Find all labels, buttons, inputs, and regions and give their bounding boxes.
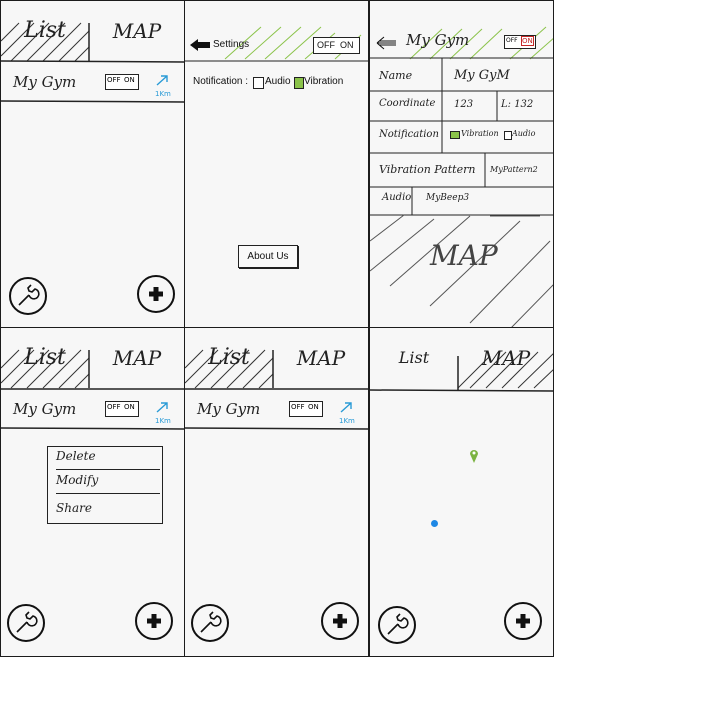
vibration-checkbox[interactable] xyxy=(450,131,460,139)
map-placeholder-label: MAP xyxy=(430,239,498,272)
menu-item-modify[interactable]: Modify xyxy=(56,473,160,494)
vibration-pattern-value[interactable]: MyPattern2 xyxy=(490,165,538,174)
wrench-icon xyxy=(200,611,222,633)
toggle-off-label: OFF xyxy=(317,40,335,50)
add-button[interactable] xyxy=(137,275,175,313)
list-item-toggle[interactable]: OFF ON xyxy=(105,401,139,417)
toggle-on-label: ON xyxy=(521,36,534,46)
settings-button[interactable] xyxy=(7,604,45,642)
detail-title: My Gym xyxy=(406,31,470,49)
tab-map[interactable]: MAP xyxy=(89,1,184,61)
audio-label: Audio xyxy=(382,192,412,203)
detail-toggle[interactable]: OFF ON xyxy=(504,35,536,49)
distance-label: 1Km xyxy=(339,417,355,425)
notification-label: Notification xyxy=(379,129,439,140)
tab-list[interactable]: List xyxy=(1,328,89,388)
navigate-arrow-icon xyxy=(156,75,168,86)
current-location-icon xyxy=(431,520,438,527)
panel-list-menu: List MAP My Gym OFF ON 1Km Delete Modify… xyxy=(0,327,185,657)
map-pin[interactable] xyxy=(469,448,479,468)
list-item-name[interactable]: My Gym xyxy=(13,400,76,418)
tab-list[interactable]: List xyxy=(1,1,89,61)
toggle-off-label: OFF xyxy=(506,37,518,44)
distance-label: 1Km xyxy=(155,417,171,425)
name-field-value[interactable]: My GyM xyxy=(454,68,510,83)
list-item-name[interactable]: My Gym xyxy=(197,400,260,418)
panel-detail: My Gym OFF ON Name My GyM Coordinate 123… xyxy=(369,0,554,328)
settings-title: Settings xyxy=(213,39,250,50)
context-menu: Delete Modify Share xyxy=(47,446,163,524)
coordinate-lng[interactable]: L: 132 xyxy=(501,99,533,110)
toggle-off-label: OFF xyxy=(107,403,121,411)
tab-map[interactable]: MAP xyxy=(273,328,368,388)
list-item-name[interactable]: My Gym xyxy=(13,73,76,91)
panel-settings: Settings OFF ON Notification : Audio Vib… xyxy=(184,0,369,328)
add-button[interactable] xyxy=(135,602,173,640)
settings-master-toggle[interactable]: OFF ON xyxy=(313,37,360,54)
back-arrow-icon xyxy=(190,39,210,51)
plus-icon xyxy=(149,287,163,301)
wrench-icon xyxy=(387,613,409,635)
about-us-button[interactable]: About Us xyxy=(238,245,298,268)
tab-list[interactable]: List xyxy=(370,328,458,388)
vibration-label: Vibration xyxy=(304,76,344,87)
wrench-icon xyxy=(16,611,38,633)
list-item-toggle[interactable]: OFF ON xyxy=(105,74,139,90)
list-item-toggle[interactable]: OFF ON xyxy=(289,401,323,417)
menu-item-share[interactable]: Share xyxy=(56,501,160,519)
navigate-button[interactable]: 1Km xyxy=(155,71,175,98)
toggle-on-label: ON xyxy=(308,403,319,411)
notif-audio-label: Audio xyxy=(512,129,536,138)
settings-button[interactable] xyxy=(378,606,416,644)
settings-button[interactable] xyxy=(191,604,229,642)
audio-checkbox[interactable] xyxy=(253,77,264,89)
navigate-button[interactable]: 1Km xyxy=(155,398,175,425)
toggle-on-label: ON xyxy=(340,40,354,50)
audio-checkbox[interactable] xyxy=(504,131,512,140)
back-arrow-icon xyxy=(376,36,396,50)
map-pin-icon xyxy=(470,450,478,463)
plus-icon xyxy=(333,614,347,628)
distance-label: 1Km xyxy=(155,90,171,98)
toggle-off-label: OFF xyxy=(291,403,305,411)
plus-icon xyxy=(516,614,530,628)
wrench-icon xyxy=(18,284,40,306)
toggle-on-label: ON xyxy=(124,76,135,84)
back-button[interactable] xyxy=(189,37,211,51)
panel-list-view: List MAP My Gym OFF ON 1Km xyxy=(0,0,185,328)
vibration-pattern-label: Vibration Pattern xyxy=(379,163,476,176)
panel-list-view-2: List MAP My Gym OFF ON 1Km xyxy=(184,327,369,657)
detail-back-button[interactable] xyxy=(376,35,398,50)
notification-label: Notification : xyxy=(193,76,249,87)
navigate-arrow-icon xyxy=(340,402,352,413)
vibration-checkbox[interactable] xyxy=(294,77,304,89)
plus-icon xyxy=(147,614,161,628)
add-button[interactable] xyxy=(504,602,542,640)
settings-button[interactable] xyxy=(9,277,47,315)
navigate-arrow-icon xyxy=(156,402,168,413)
add-button[interactable] xyxy=(321,602,359,640)
name-field-label: Name xyxy=(379,69,413,82)
panel-map-view: List MAP xyxy=(369,327,554,657)
navigate-button[interactable]: 1Km xyxy=(339,398,359,425)
tab-map[interactable]: MAP xyxy=(458,328,553,388)
audio-value[interactable]: MyBeep3 xyxy=(426,193,469,203)
coordinate-lat[interactable]: 123 xyxy=(454,99,473,110)
coordinate-label: Coordinate xyxy=(379,98,436,109)
tab-list[interactable]: List xyxy=(185,328,273,388)
audio-label: Audio xyxy=(265,76,291,87)
toggle-on-label: ON xyxy=(124,403,135,411)
tab-map[interactable]: MAP xyxy=(89,328,184,388)
notif-vibration-label: Vibration xyxy=(461,129,499,138)
menu-item-delete[interactable]: Delete xyxy=(56,449,160,470)
toggle-off-label: OFF xyxy=(107,76,121,84)
